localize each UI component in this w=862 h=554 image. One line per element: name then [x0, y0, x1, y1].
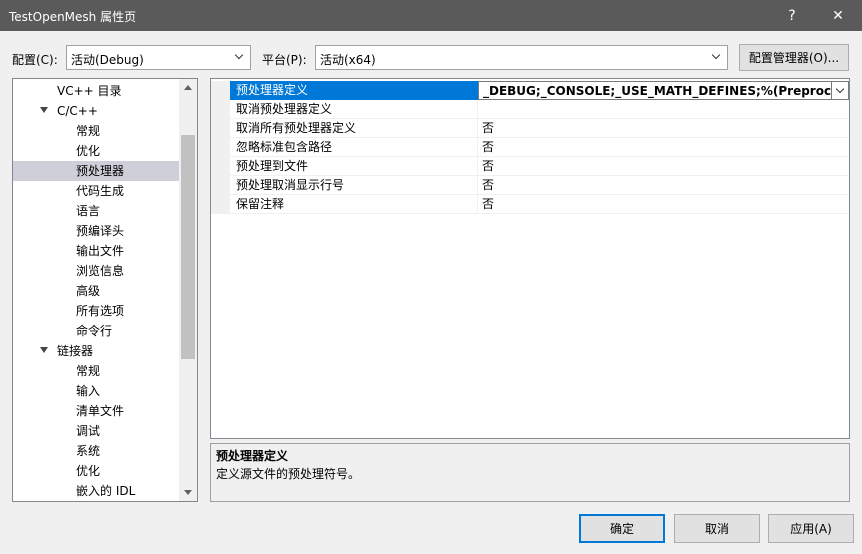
property-row[interactable]: 保留注释 否	[211, 195, 849, 214]
expand-arrow-icon[interactable]	[40, 347, 48, 353]
tree-item[interactable]: 输入	[13, 381, 179, 401]
tree-item[interactable]: 优化	[13, 141, 179, 161]
property-name: 取消所有预处理器定义	[236, 121, 357, 135]
row-gutter	[211, 119, 230, 138]
row-gutter	[211, 81, 230, 100]
tree-item[interactable]: C/C++	[13, 101, 179, 121]
property-name: 预处理到文件	[236, 159, 309, 173]
property-grid: 预处理器定义 _DEBUG;_CONSOLE;_USE_MATH_DEFINES…	[210, 78, 850, 439]
window-title: TestOpenMesh 属性页	[9, 10, 137, 24]
scroll-up-icon[interactable]	[179, 79, 197, 96]
tree-item[interactable]: 预编译头	[13, 221, 179, 241]
scroll-thumb[interactable]	[181, 135, 195, 359]
cancel-button[interactable]: 取消	[674, 514, 760, 543]
tree-item-label: 高级	[76, 284, 101, 298]
tree-item-label: VC++ 目录	[57, 84, 122, 98]
tree-item[interactable]: 高级	[13, 281, 179, 301]
tree-item[interactable]: 链接器	[13, 341, 179, 361]
property-row[interactable]: 取消预处理器定义	[211, 100, 849, 119]
row-gutter	[211, 157, 230, 176]
title-bar: TestOpenMesh 属性页 ? ✕	[0, 0, 862, 31]
property-row[interactable]: 忽略标准包含路径 否	[211, 138, 849, 157]
property-tree: VC++ 目录 C/C++ 常规 优化 预处理器 代码生成 语言 预编译头 输出…	[12, 78, 198, 502]
tree-item[interactable]: 常规	[13, 121, 179, 141]
property-value: 否	[482, 197, 495, 211]
tree-item-selected[interactable]: 预处理器	[13, 161, 179, 181]
property-name: 预处理取消显示行号	[236, 178, 345, 192]
property-row-selected[interactable]: 预处理器定义 _DEBUG;_CONSOLE;_USE_MATH_DEFINES…	[211, 81, 849, 100]
tree-item-label: 输出文件	[76, 244, 125, 258]
property-value: 否	[482, 178, 495, 192]
close-button[interactable]: ✕	[816, 0, 860, 31]
chevron-down-icon	[233, 49, 245, 65]
tree-item-label: 清单文件	[76, 404, 125, 418]
property-value: 否	[482, 121, 495, 135]
platform-select-value: 活动(x64)	[320, 53, 376, 67]
help-button[interactable]: ?	[770, 0, 814, 31]
tree-item-label: 调试	[76, 424, 101, 438]
platform-label: 平台(P):	[262, 53, 307, 67]
tree-item[interactable]: 常规	[13, 361, 179, 381]
property-value	[478, 100, 849, 119]
property-name: 取消预处理器定义	[236, 102, 333, 116]
property-row[interactable]: 取消所有预处理器定义 否	[211, 119, 849, 138]
tree-item-label: 系统	[76, 444, 101, 458]
property-value: 否	[482, 159, 495, 173]
config-select[interactable]: 活动(Debug)	[66, 45, 251, 70]
config-select-value: 活动(Debug)	[71, 53, 144, 67]
tree-item[interactable]: 代码生成	[13, 181, 179, 201]
apply-button[interactable]: 应用(A)	[768, 514, 854, 543]
tree-item-label: 所有选项	[76, 304, 125, 318]
scroll-down-icon[interactable]	[179, 484, 197, 501]
config-label: 配置(C):	[12, 53, 58, 67]
property-name: 保留注释	[236, 197, 285, 211]
tree-item-label: 预处理器	[76, 164, 125, 178]
tree-item[interactable]: 系统	[13, 441, 179, 461]
tree-item[interactable]: 优化	[13, 461, 179, 481]
property-value: _DEBUG;_CONSOLE;_USE_MATH_DEFINES;%(Prep…	[483, 84, 849, 98]
row-gutter	[211, 138, 230, 157]
tree-item-label: 代码生成	[76, 184, 125, 198]
platform-select[interactable]: 活动(x64)	[315, 45, 728, 70]
tree-item-label: 优化	[76, 144, 101, 158]
ok-button[interactable]: 确定	[579, 514, 665, 543]
tree-item[interactable]: 语言	[13, 201, 179, 221]
tree-item-label: 链接器	[57, 344, 94, 358]
tree-item-label: 语言	[76, 204, 101, 218]
property-value: 否	[482, 140, 495, 154]
tree-item-label: 常规	[76, 124, 101, 138]
tree-item[interactable]: VC++ 目录	[13, 81, 179, 101]
property-value-input[interactable]: _DEBUG;_CONSOLE;_USE_MATH_DEFINES;%(Prep…	[478, 81, 849, 100]
config-manager-button[interactable]: 配置管理器(O)...	[739, 44, 849, 71]
expand-arrow-icon[interactable]	[40, 107, 48, 113]
row-gutter	[211, 176, 230, 195]
tree-item[interactable]: 所有选项	[13, 301, 179, 321]
description-pane: 预处理器定义 定义源文件的预处理符号。	[210, 443, 850, 502]
tree-item[interactable]: 清单文件	[13, 401, 179, 421]
chevron-down-icon[interactable]	[831, 82, 848, 99]
description-title: 预处理器定义	[216, 449, 289, 463]
tree-item[interactable]: 调试	[13, 421, 179, 441]
tree-item-label: 嵌入的 IDL	[76, 484, 136, 498]
tree-scrollbar[interactable]	[179, 79, 197, 501]
tree-item-label: 命令行	[76, 324, 113, 338]
tree-item-label: C/C++	[57, 104, 98, 118]
property-row[interactable]: 预处理取消显示行号 否	[211, 176, 849, 195]
tree-item[interactable]: 浏览信息	[13, 261, 179, 281]
property-name: 预处理器定义	[230, 81, 478, 100]
tree-item[interactable]: 输出文件	[13, 241, 179, 261]
tree-item-label: 优化	[76, 464, 101, 478]
property-name: 忽略标准包含路径	[236, 140, 333, 154]
row-gutter	[211, 100, 230, 119]
chevron-down-icon	[710, 49, 722, 65]
row-gutter	[211, 195, 230, 214]
property-row[interactable]: 预处理到文件 否	[211, 157, 849, 176]
tree-item-label: 输入	[76, 384, 101, 398]
tree-item[interactable]: 嵌入的 IDL	[13, 481, 179, 501]
tree-item[interactable]: 命令行	[13, 321, 179, 341]
tree-item-label: 预编译头	[76, 224, 125, 238]
description-text: 定义源文件的预处理符号。	[216, 467, 361, 481]
tree-item-label: 浏览信息	[76, 264, 125, 278]
tree-item-label: 常规	[76, 364, 101, 378]
